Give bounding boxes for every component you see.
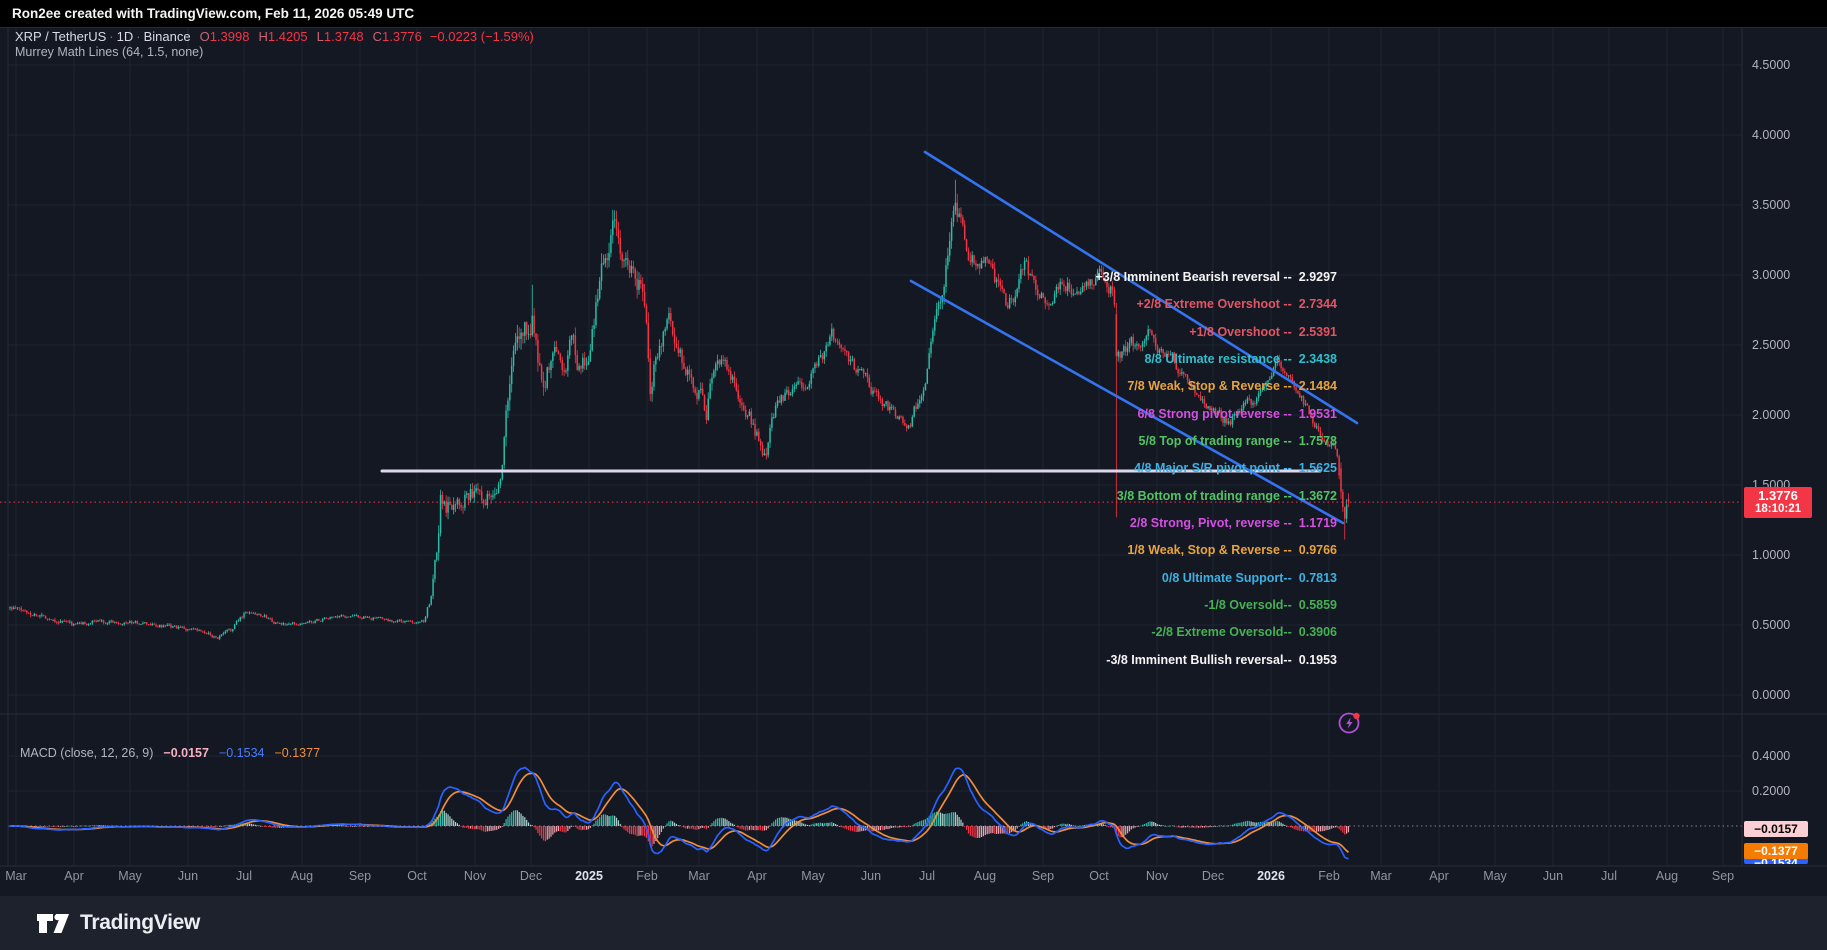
tradingview-logo-icon[interactable] (36, 911, 70, 935)
alert-dot (1353, 713, 1359, 719)
time-tick-label: Nov (1146, 869, 1168, 883)
time-tick-label: Apr (747, 869, 766, 883)
open-label: O (200, 29, 210, 44)
macd-signal-badge: −0.1377 (1744, 843, 1808, 859)
price-tick-label: 1.0000 (1752, 548, 1790, 562)
time-tick-label: 2026 (1257, 869, 1285, 883)
last-price-badge: 1.3776 18:10:21 (1744, 487, 1812, 518)
macd-hist-badge: −0.0157 (1744, 821, 1808, 837)
macd-hist-value: −0.0157 (163, 746, 209, 760)
bar-countdown: 18:10:21 (1744, 503, 1812, 515)
time-tick-label: Mar (5, 869, 27, 883)
time-tick-label: Apr (1429, 869, 1448, 883)
snapshot-attribution-bar: Ron2ee created with TradingView.com, Feb… (0, 0, 1827, 27)
price-tick-label: 2.0000 (1752, 408, 1790, 422)
indicator-legend-murrey[interactable]: Murrey Math Lines (64, 1.5, none) (15, 45, 203, 59)
time-tick-label: May (1483, 869, 1507, 883)
close-label: C (373, 29, 382, 44)
murrey-line-label: 2/8 Strong, Pivot, reverse --1.1719 (1130, 516, 1337, 530)
murrey-line-label: -3/8 Imminent Bullish reversal--0.1953 (1106, 653, 1337, 667)
chart-stage: Ron2ee created with TradingView.com, Feb… (0, 0, 1827, 950)
time-tick-label: Feb (636, 869, 658, 883)
time-tick-label: May (118, 869, 142, 883)
legend-separator: · (136, 29, 140, 44)
murrey-line-label: +2/8 Extreme Overshoot --2.7344 (1136, 297, 1337, 311)
time-tick-label: 2025 (575, 869, 603, 883)
time-tick-label: Oct (407, 869, 426, 883)
time-tick-label: Mar (688, 869, 710, 883)
price-tick-label: 4.0000 (1752, 128, 1790, 142)
change-value: −0.0223 (−1.59%) (430, 29, 534, 44)
time-tick-label: Jun (178, 869, 198, 883)
time-tick-label: Jun (861, 869, 881, 883)
macd-name: MACD (20, 746, 57, 760)
time-tick-label: Apr (64, 869, 83, 883)
symbol-legend[interactable]: XRP / TetherUS·1D·BinanceO1.3998H1.4205L… (15, 29, 534, 44)
murrey-line-label: 4/8 Major S/R pivot point --1.5625 (1134, 461, 1337, 475)
time-tick-label: Jun (1543, 869, 1563, 883)
time-tick-label: Jul (919, 869, 935, 883)
price-tick-label: 4.5000 (1752, 58, 1790, 72)
time-tick-label: Nov (464, 869, 486, 883)
last-price-value: 1.3776 (1744, 489, 1812, 503)
lightning-bolt-icon (1346, 718, 1352, 729)
time-tick-label: Sep (1712, 869, 1734, 883)
time-tick-label: Oct (1089, 869, 1108, 883)
alert-icon[interactable] (1337, 710, 1363, 736)
low-value: 1.3748 (324, 29, 364, 44)
interval-label[interactable]: 1D (117, 29, 134, 44)
murrey-line-label: +1/8 Overshoot --2.5391 (1189, 325, 1337, 339)
time-tick-label: Aug (291, 869, 313, 883)
low-label: L (317, 29, 324, 44)
murrey-line-label: -1/8 Oversold--0.5859 (1204, 598, 1337, 612)
tradingview-brand-text[interactable]: TradingView (80, 911, 200, 935)
murrey-line-label: -2/8 Extreme Oversold--0.3906 (1151, 625, 1337, 639)
murrey-line-label: 7/8 Weak, Stop & Reverse --2.1484 (1127, 379, 1337, 393)
price-tick-label: 3.5000 (1752, 198, 1790, 212)
time-tick-label: Jul (236, 869, 252, 883)
symbol-title[interactable]: XRP / TetherUS (15, 29, 106, 44)
murrey-line-label: +3/8 Imminent Bearish reversal --2.9297 (1095, 270, 1337, 284)
macd-tick-label: 0.4000 (1752, 749, 1790, 763)
macd-params: (close, 12, 26, 9) (60, 746, 153, 760)
time-tick-label: Mar (1370, 869, 1392, 883)
price-tick-label: 0.5000 (1752, 618, 1790, 632)
footer-bar: TradingView (0, 896, 1827, 950)
time-tick-label: Feb (1318, 869, 1340, 883)
time-tick-label: Jul (1601, 869, 1617, 883)
time-tick-label: Sep (349, 869, 371, 883)
macd-tick-label: 0.2000 (1752, 784, 1790, 798)
murrey-line-label: 0/8 Ultimate Support--0.7813 (1162, 571, 1337, 585)
price-tick-label: 2.5000 (1752, 338, 1790, 352)
murrey-line-label: 1/8 Weak, Stop & Reverse --0.9766 (1127, 543, 1337, 557)
macd-line-value: −0.1534 (219, 746, 265, 760)
murrey-line-label: 3/8 Bottom of trading range --1.3672 (1117, 489, 1337, 503)
exchange-label: Binance (144, 29, 191, 44)
time-tick-label: Sep (1032, 869, 1054, 883)
murrey-line-label: 6/8 Strong pivot reverse --1.9531 (1138, 407, 1337, 421)
murrey-line-label: 8/8 Ultimate resistance --2.3438 (1144, 352, 1337, 366)
high-label: H (258, 29, 267, 44)
open-value: 1.3998 (210, 29, 250, 44)
close-value: 1.3776 (382, 29, 422, 44)
price-tick-label: 0.0000 (1752, 688, 1790, 702)
time-tick-label: May (801, 869, 825, 883)
attribution-text: Ron2ee created with TradingView.com, Feb… (12, 6, 414, 21)
high-value: 1.4205 (268, 29, 308, 44)
time-tick-label: Dec (1202, 869, 1224, 883)
price-tick-label: 3.0000 (1752, 268, 1790, 282)
price-chart-canvas[interactable] (0, 0, 1827, 950)
murrey-line-label: 5/8 Top of trading range --1.7578 (1139, 434, 1337, 448)
time-tick-label: Aug (974, 869, 996, 883)
time-tick-label: Dec (520, 869, 542, 883)
time-tick-label: Aug (1656, 869, 1678, 883)
macd-signal-value: −0.1377 (275, 746, 321, 760)
legend-separator: · (109, 29, 113, 44)
indicator-legend-macd[interactable]: MACD (close, 12, 26, 9) −0.0157 −0.1534 −0.… (20, 746, 320, 760)
